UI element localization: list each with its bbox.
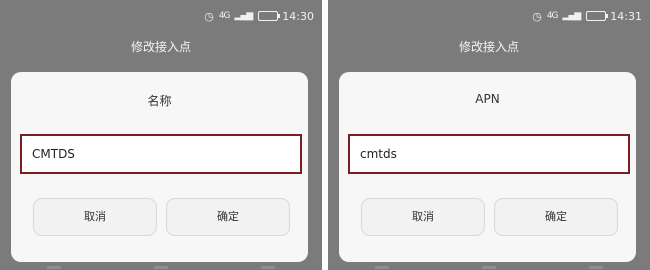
status-time: 14:31 (610, 9, 642, 23)
phone-screen-left: ◷ 4G ▂▄▆ 14:30 修改接入点 名称 CMTDS 取消 确定 (0, 0, 322, 270)
nav-home-icon[interactable] (153, 265, 168, 269)
phone-screen-right: ◷ 4G ▂▄▆ 14:31 修改接入点 APN cmtds 取消 确定 (328, 0, 650, 270)
page-title: 修改接入点 (130, 40, 191, 54)
cancel-button[interactable]: 取消 (33, 198, 157, 236)
alarm-icon: ◷ (204, 9, 214, 23)
confirm-button[interactable]: 确定 (494, 198, 618, 236)
alarm-icon: ◷ (532, 9, 542, 23)
signal-icon: ▂▄▆ (562, 10, 582, 21)
dialog-title: 名称 (147, 94, 172, 108)
nav-back-icon[interactable] (46, 265, 61, 269)
status-bar: ◷ 4G ▂▄▆ 14:30 (0, 0, 322, 32)
status-bar: ◷ 4G ▂▄▆ 14:31 (328, 0, 650, 32)
cancel-button[interactable]: 取消 (361, 198, 485, 236)
battery-icon (586, 11, 609, 21)
nav-recent-icon[interactable] (261, 265, 276, 269)
confirm-button[interactable]: 确定 (166, 198, 290, 236)
nav-home-icon[interactable] (481, 265, 496, 269)
status-time: 14:30 (282, 9, 314, 23)
apn-input[interactable]: cmtds (348, 134, 630, 174)
network-type-label: 4G (218, 10, 231, 21)
nav-back-icon[interactable] (374, 265, 389, 269)
name-input[interactable]: CMTDS (20, 134, 302, 174)
navigation-bar (328, 264, 650, 270)
navigation-bar (0, 264, 322, 270)
nav-recent-icon[interactable] (589, 265, 604, 269)
edit-dialog: APN cmtds 取消 确定 (339, 72, 636, 262)
battery-icon (258, 11, 281, 21)
edit-dialog: 名称 CMTDS 取消 确定 (11, 72, 308, 262)
signal-icon: ▂▄▆ (234, 10, 254, 21)
network-type-label: 4G (546, 10, 559, 21)
dialog-title: APN (475, 92, 500, 106)
page-title: 修改接入点 (458, 40, 519, 54)
